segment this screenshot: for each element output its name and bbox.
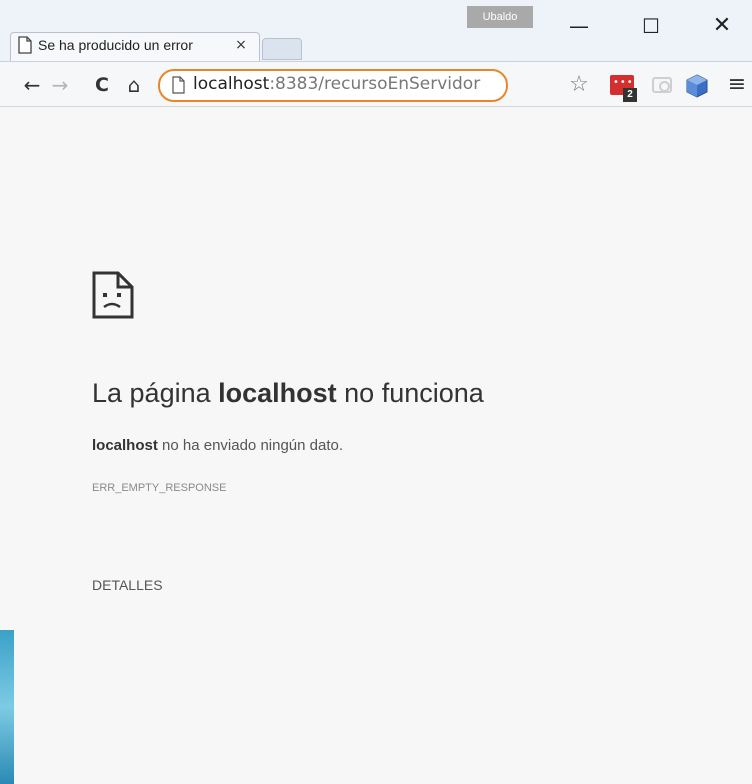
sad-page-icon: [92, 271, 134, 319]
reload-button[interactable]: C: [90, 72, 114, 98]
extension-badge: 2: [623, 88, 637, 102]
page-info-icon[interactable]: [172, 76, 185, 94]
message-host: localhost: [92, 437, 158, 454]
error-message: localhost no ha enviado ningún dato.: [92, 437, 692, 454]
desktop-background-strip: [0, 630, 14, 784]
profile-badge[interactable]: Ubaldo: [467, 6, 533, 28]
url-host: localhost: [193, 74, 270, 94]
new-tab-button[interactable]: [262, 38, 302, 60]
browser-window: Ubaldo — ☐ ✕ Se ha producido un error × …: [0, 0, 752, 784]
page-icon: [18, 36, 32, 54]
forward-button[interactable]: →: [48, 72, 72, 98]
address-url[interactable]: localhost:8383/recursoEnServidor: [193, 74, 480, 96]
error-heading: La página localhost no funciona: [92, 378, 732, 409]
tab-close-icon[interactable]: ×: [233, 36, 249, 54]
details-button[interactable]: DETALLES: [92, 577, 182, 595]
cube-extension-icon[interactable]: [686, 74, 708, 98]
maximize-button[interactable]: ☐: [639, 14, 663, 38]
heading-prefix: La página: [92, 378, 219, 408]
minimize-button[interactable]: —: [567, 14, 591, 38]
url-path: :8383/recursoEnServidor: [269, 74, 481, 94]
error-code: ERR_EMPTY_RESPONSE: [92, 482, 227, 494]
close-window-button[interactable]: ✕: [710, 14, 734, 38]
tab-title: Se ha producido un error: [38, 37, 193, 53]
menu-icon[interactable]: ≡: [726, 73, 748, 97]
heading-host: localhost: [218, 378, 337, 408]
camera-extension-icon[interactable]: [652, 77, 672, 93]
bookmark-star-icon[interactable]: ☆: [567, 73, 591, 97]
heading-suffix: no funciona: [336, 378, 484, 408]
message-rest: no ha enviado ningún dato.: [157, 437, 344, 454]
home-button[interactable]: ⌂: [122, 72, 146, 98]
back-button[interactable]: ←: [20, 72, 44, 98]
